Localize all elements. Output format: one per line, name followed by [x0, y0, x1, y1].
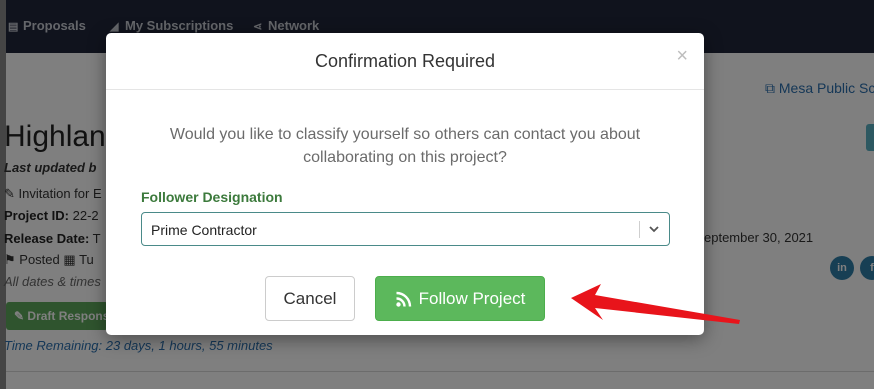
rss-icon [395, 291, 411, 307]
cancel-button[interactable]: Cancel [265, 276, 355, 321]
follower-designation-select[interactable]: Prime Contractor [141, 212, 670, 246]
red-arrow-annotation [571, 284, 740, 324]
follow-project-button[interactable]: Follow Project [375, 276, 545, 321]
follower-designation-label: Follower Designation [141, 189, 283, 205]
modal-question: Would you like to classify yourself so o… [169, 126, 641, 166]
chevron-down-icon[interactable] [648, 223, 660, 235]
select-value: Prime Contractor [151, 222, 257, 238]
close-icon[interactable]: × [676, 46, 688, 66]
modal-header: Confirmation Required × [106, 33, 704, 90]
select-separator [639, 221, 640, 238]
modal-title: Confirmation Required [314, 51, 496, 71]
